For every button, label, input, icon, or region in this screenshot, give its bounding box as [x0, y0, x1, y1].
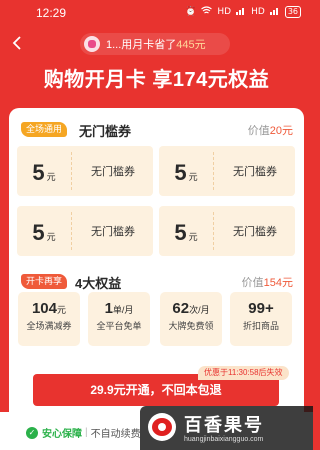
watermark: 百香果号 huangjinbaixiangguo.com	[140, 406, 313, 450]
coupon-section-tag: 全场通用	[21, 122, 68, 137]
status-icons: ⏰ HD HD 36	[185, 6, 301, 18]
coupon-amount: 5元	[174, 160, 198, 185]
chevron-left-icon	[12, 36, 21, 50]
coupon-name: 无门槛券	[233, 226, 277, 238]
status-time: 12:29	[36, 6, 67, 20]
savings-amount: 445元	[176, 39, 206, 51]
coupon-card[interactable]: 5元 无门槛券	[159, 146, 295, 196]
perk-value: 104元	[31, 300, 67, 317]
battery-icon: 36	[284, 6, 301, 18]
divider: |	[85, 427, 88, 438]
page-title: 购物开月卡 享174元权益	[43, 69, 270, 91]
signal-icon	[236, 6, 246, 18]
wifi-icon	[201, 6, 213, 18]
perk-card[interactable]: 104元 全场满减券	[18, 292, 80, 346]
perk-label: 折扣商品	[242, 321, 279, 331]
coupon-amount: 5元	[32, 160, 56, 185]
coupon-name: 无门槛券	[91, 226, 135, 238]
perk-value: 62次/月	[172, 300, 210, 317]
network-badge-a: HD	[217, 7, 232, 17]
user-avatar	[84, 36, 100, 52]
perk-value: 1单/月	[104, 300, 134, 317]
coupon-name: 无门槛券	[91, 166, 135, 178]
watermark-url: huangjinbaixiangguo.com	[184, 436, 264, 443]
watermark-title: 百香果号	[184, 415, 264, 435]
coupon-amount: 5元	[32, 220, 56, 245]
coupon-section-title: 无门槛券	[79, 124, 132, 139]
guarantee-info: ✓ 安心保障 | 不自动续费	[26, 425, 141, 440]
status-bar: 12:29 ⏰ HD HD 36	[0, 0, 313, 26]
perk-value: 99+	[248, 300, 274, 317]
coupon-section-header: 全场通用 无门槛券 价值20元	[21, 120, 293, 139]
coupon-name: 无门槛券	[233, 166, 277, 178]
savings-text: 1...用月卡省了	[106, 39, 177, 51]
perk-label: 大牌免费领	[168, 321, 214, 331]
perk-section-header: 开卡再享 4大权益 价值154元	[21, 272, 293, 291]
watermark-logo-icon	[148, 413, 176, 441]
perk-section-value: 价值154元	[241, 277, 293, 289]
coupon-card[interactable]: 5元 无门槛券	[17, 146, 153, 196]
perk-card[interactable]: 1单/月 全平台免单	[88, 292, 150, 346]
coupon-card[interactable]: 5元 无门槛券	[159, 206, 295, 256]
coupon-amount: 5元	[174, 220, 198, 245]
signal-icon	[269, 6, 280, 18]
perk-card[interactable]: 99+ 折扣商品	[230, 292, 292, 346]
perk-section-tag: 开卡再享	[21, 274, 68, 289]
coupon-card[interactable]: 5元 无门槛券	[17, 206, 153, 256]
guarantee-note: 不自动续费	[90, 429, 141, 440]
coupon-section-value: 价值20元	[247, 125, 293, 137]
savings-pill[interactable]: 1...用月卡省了 445元	[80, 33, 230, 55]
perk-label: 全平台免单	[96, 321, 142, 331]
alarm-icon: ⏰	[185, 7, 197, 17]
perk-label: 全场满减券	[26, 321, 72, 331]
perk-card[interactable]: 62次/月 大牌免费领	[160, 292, 222, 346]
network-badge-b: HD	[251, 7, 265, 17]
shield-check-icon: ✓	[26, 426, 38, 439]
back-button[interactable]	[10, 35, 26, 51]
promo-timer-badge: 优惠于11:30:58后失效	[198, 366, 289, 380]
guarantee-label: 安心保障	[42, 429, 82, 440]
perk-section-title: 4大权益	[75, 276, 122, 291]
